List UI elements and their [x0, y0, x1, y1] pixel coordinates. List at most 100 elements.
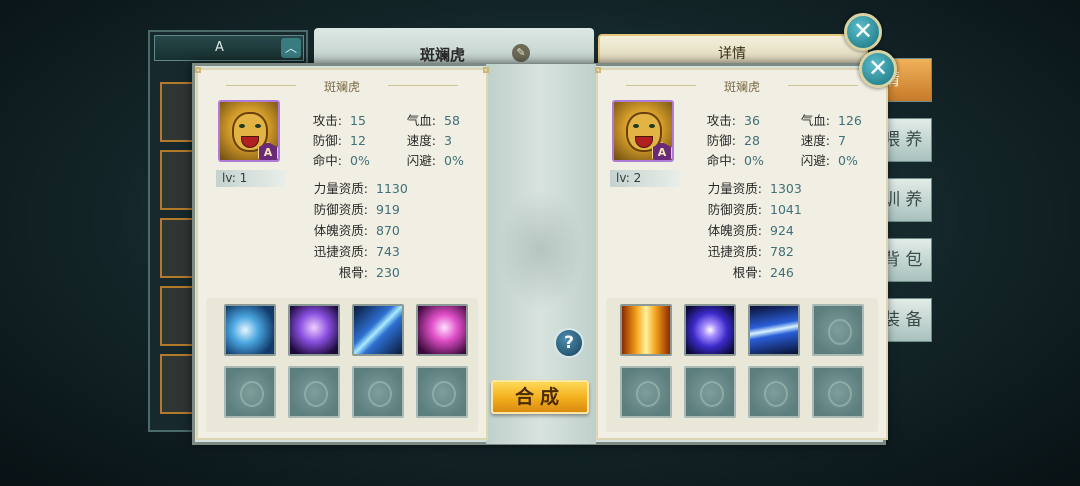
- aptitude-physique: 体魄资质: 870: [298, 220, 400, 239]
- stat-value: 36: [744, 113, 760, 128]
- stat-value: 3: [444, 133, 452, 148]
- dragon-emblem-icon: [498, 190, 584, 310]
- aptitude-defense: 防御资质: 919: [298, 199, 400, 218]
- detail-label: 详情: [718, 46, 746, 62]
- stat-label: 攻击:: [706, 113, 736, 128]
- stat-value: 12: [350, 133, 366, 148]
- corner-ornament: [195, 67, 201, 73]
- empty-skill-slot[interactable]: [224, 366, 276, 418]
- combine-button[interactable]: 合成: [491, 380, 589, 414]
- stat-label: 防御:: [312, 133, 342, 148]
- aptitude-bone: 根骨: 230: [298, 262, 400, 281]
- pink-lightning-skill-icon[interactable]: [416, 304, 468, 356]
- close-icon: ✕: [867, 54, 889, 82]
- pet-name: 斑斓虎: [323, 80, 360, 94]
- stat-label: 速度:: [406, 133, 436, 148]
- help-button[interactable]: ?: [554, 328, 584, 358]
- aptitude-label: 体魄资质:: [313, 223, 368, 238]
- question-icon: ?: [564, 333, 574, 353]
- aptitude-label: 体魄资质:: [707, 223, 762, 238]
- tiger-eye: [255, 124, 261, 128]
- empty-skill-slot[interactable]: [812, 366, 864, 418]
- empty-skill-slot[interactable]: [684, 366, 736, 418]
- empty-skill-slot[interactable]: [748, 366, 800, 418]
- stat-hp: 气血: 58: [396, 110, 460, 129]
- aptitude-strength: 力量资质: 1303: [692, 178, 802, 197]
- tab-label: 喂 养: [883, 130, 923, 150]
- aptitude-strength: 力量资质: 1130: [298, 178, 408, 197]
- stat-hp: 气血: 126: [790, 110, 862, 129]
- skill-grid: [206, 298, 478, 432]
- purple-blade-skill-icon[interactable]: [288, 304, 340, 356]
- tiger-eye: [633, 124, 639, 128]
- pet-name: 斑斓虎: [420, 46, 466, 64]
- aptitude-value: 246: [770, 265, 794, 280]
- aptitude-value: 782: [770, 244, 794, 259]
- corner-ornament: [595, 67, 601, 73]
- aptitude-value: 743: [376, 244, 400, 259]
- pet-avatar[interactable]: A: [218, 100, 280, 162]
- aptitude-label: 根骨:: [732, 265, 762, 280]
- empty-skill-slot[interactable]: [352, 366, 404, 418]
- aptitude-label: 力量资质:: [313, 181, 368, 196]
- corner-ornament: [483, 67, 489, 73]
- tiger-eye: [649, 124, 655, 128]
- aptitude-label: 防御资质:: [707, 202, 762, 217]
- empty-skill-slot[interactable]: [288, 366, 340, 418]
- background-close-button[interactable]: ✕: [844, 13, 882, 51]
- energy-orb-skill-icon[interactable]: [684, 304, 736, 356]
- tab-label: 训 养: [883, 190, 923, 210]
- stat-value: 15: [350, 113, 366, 128]
- stat-attack: 攻击: 36: [696, 110, 760, 129]
- aptitude-label: 迅捷资质:: [707, 244, 762, 259]
- stat-label: 速度:: [800, 133, 830, 148]
- stat-value: 126: [838, 113, 862, 128]
- sort-label: A: [215, 40, 224, 55]
- stat-value: 0%: [744, 153, 764, 168]
- aptitude-label: 防御资质:: [313, 202, 368, 217]
- stat-defense: 防御: 28: [696, 130, 760, 149]
- stat-label: 命中:: [706, 153, 736, 168]
- ice-shard-skill-icon[interactable]: [352, 304, 404, 356]
- skill-grid: [606, 298, 878, 432]
- aptitude-value: 1041: [770, 202, 802, 217]
- modal-close-button[interactable]: ✕: [859, 50, 897, 88]
- tab-label: 背 包: [883, 250, 923, 270]
- stat-label: 闪避:: [800, 153, 830, 168]
- stat-dodge: 闪避: 0%: [790, 150, 858, 169]
- sort-dropdown[interactable]: A ︿: [154, 35, 304, 61]
- level-label: lv: 2: [610, 170, 680, 187]
- edit-icon[interactable]: ✎: [512, 44, 530, 62]
- aptitude-label: 力量资质:: [707, 181, 762, 196]
- stat-dodge: 闪避: 0%: [396, 150, 464, 169]
- stat-value: 28: [744, 133, 760, 148]
- stat-label: 气血:: [406, 113, 436, 128]
- chevron-up-icon[interactable]: ︿: [281, 38, 301, 58]
- stat-value: 7: [838, 133, 846, 148]
- fire-burst-skill-icon[interactable]: [620, 304, 672, 356]
- right-pet-panel: 斑斓虎 A lv: 2 攻击: 36 气血: 126 防御: 28 速度: 7 命中: 0…: [595, 67, 889, 440]
- stat-value: 0%: [444, 153, 464, 168]
- empty-skill-slot[interactable]: [416, 366, 468, 418]
- stat-value: 0%: [838, 153, 858, 168]
- lightning-skill-icon[interactable]: [224, 304, 276, 356]
- level-label: lv: 1: [216, 170, 286, 187]
- stat-hit: 命中: 0%: [302, 150, 370, 169]
- stat-label: 防御:: [706, 133, 736, 148]
- aptitude-value: 1303: [770, 181, 802, 196]
- stat-speed: 速度: 3: [396, 130, 452, 149]
- aptitude-physique: 体魄资质: 924: [692, 220, 794, 239]
- close-icon: ✕: [852, 17, 874, 45]
- empty-skill-slot[interactable]: [620, 366, 672, 418]
- aptitude-label: 迅捷资质:: [313, 244, 368, 259]
- stat-label: 攻击:: [312, 113, 342, 128]
- pet-avatar[interactable]: A: [612, 100, 674, 162]
- aptitude-value: 870: [376, 223, 400, 238]
- empty-skill-slot[interactable]: [812, 304, 864, 356]
- aptitude-value: 230: [376, 265, 400, 280]
- aptitude-value: 1130: [376, 181, 408, 196]
- tab-label: 装 备: [883, 310, 923, 330]
- stat-speed: 速度: 7: [790, 130, 846, 149]
- light-stream-skill-icon[interactable]: [748, 304, 800, 356]
- stat-label: 命中:: [312, 153, 342, 168]
